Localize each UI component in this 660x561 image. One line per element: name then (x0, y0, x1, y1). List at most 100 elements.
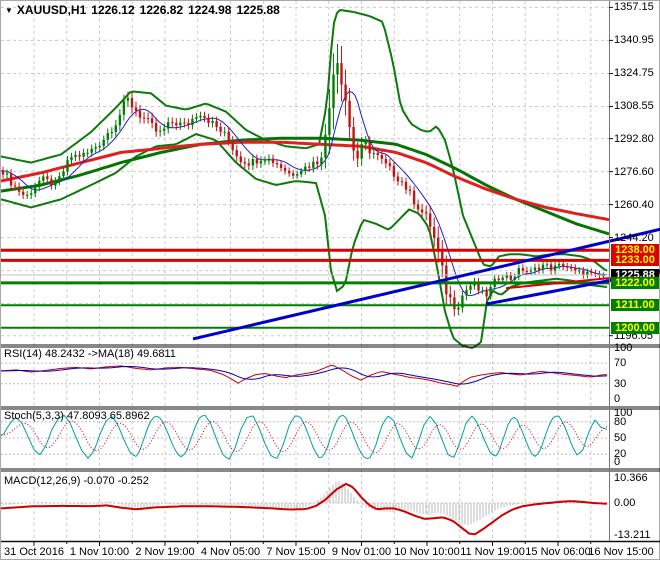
candle-body (400, 181, 404, 183)
candle-body (46, 176, 49, 180)
candle-body (304, 166, 307, 171)
price-tag-1222.00: 1222.00 (611, 277, 659, 289)
candle-body (118, 114, 122, 126)
candle-body (26, 194, 29, 196)
price-axis-label: 1357.15 (614, 1, 654, 13)
candle-body (98, 146, 101, 148)
candle-body (179, 122, 182, 126)
candle-body (50, 179, 53, 186)
candle-body (465, 289, 468, 296)
candle-body (521, 268, 525, 271)
stoch-axis-label: 50 (614, 432, 627, 444)
candle-body (562, 263, 565, 267)
candle-body (223, 131, 226, 133)
candle-body (340, 63, 343, 85)
candle-body (74, 154, 77, 157)
candle-body (183, 122, 186, 124)
candle-body (154, 123, 158, 132)
candle-body (283, 167, 287, 171)
candle-body (296, 174, 299, 176)
candle-body (38, 180, 41, 188)
ohlc-high: 1226.82 (139, 3, 184, 17)
price-tag-1211.00: 1211.00 (611, 299, 659, 311)
candle-body (449, 294, 452, 298)
blue-fast-ma[interactable] (1, 91, 608, 297)
candle-body (94, 147, 97, 149)
candle-body (356, 150, 359, 159)
candle-body (102, 139, 105, 146)
candle-body (300, 171, 303, 175)
symbol-dropdown-icon[interactable]: ▼ (5, 6, 13, 15)
candle-body (66, 160, 69, 172)
time-axis-label: 10 Nov 10:00 (394, 546, 460, 558)
rsi-axis-label: 70 (614, 357, 627, 369)
candle-body (5, 173, 9, 175)
macd-signal-line[interactable] (1, 482, 607, 536)
candle-body (420, 209, 424, 213)
candle-body (130, 98, 134, 108)
candle-body (441, 251, 444, 266)
candle-body (457, 307, 460, 310)
bollinger-lower-band[interactable] (1, 133, 608, 349)
candle-body (541, 264, 545, 270)
candle-body (175, 122, 178, 126)
candle-body (533, 267, 537, 271)
time-axis-label: 1 Nov 10:00 (69, 546, 130, 558)
candle-body (110, 132, 113, 134)
candle-body (126, 98, 130, 101)
candle-body (239, 156, 242, 163)
candle-body (352, 127, 355, 151)
candle-body (408, 189, 412, 191)
candle-body (13, 185, 17, 187)
candle-body (122, 100, 126, 115)
macd-axis-label: 0.00 (614, 497, 636, 509)
candle-body (557, 263, 561, 266)
candle-body (243, 162, 246, 164)
candle-body (481, 290, 484, 292)
candle-body (485, 290, 488, 297)
candle-body (106, 133, 109, 140)
candle-body (17, 186, 21, 192)
candle-body (392, 166, 396, 177)
candle-body (1, 170, 5, 175)
candle-body (9, 173, 13, 186)
candle-body (364, 142, 367, 145)
candle-body (320, 157, 323, 165)
candle-body (566, 266, 569, 268)
candle-body (316, 161, 319, 165)
candle-body (195, 117, 198, 119)
candle-body (332, 74, 335, 109)
candle-body (82, 152, 85, 157)
candle-body (78, 154, 81, 157)
candle-body (187, 123, 190, 125)
macd-axis-label: -13.211 (614, 529, 651, 541)
stoch-indicator-label: Stoch(5,3,3) 47.8093 65.8962 (4, 410, 150, 422)
stoch-d-line[interactable] (1, 420, 608, 454)
candle-body (529, 270, 533, 272)
candle-body (404, 182, 408, 190)
price-axis-label: 1244.20 (614, 232, 654, 244)
candle-body (545, 264, 549, 266)
candle-body (22, 191, 25, 195)
candle-body (199, 115, 202, 118)
candle-body (134, 107, 138, 111)
candle-body (251, 159, 255, 166)
candle-body (312, 161, 315, 168)
candle-body (54, 181, 57, 186)
candle-body (344, 84, 347, 101)
candle-body (594, 272, 597, 274)
chart-title: ▼ XAUUSD,H1 1226.12 1226.82 1224.98 1225.88 (5, 3, 285, 17)
candle-body (602, 275, 605, 277)
price-axis-label: 1324.75 (614, 67, 654, 79)
candle-body (150, 118, 154, 123)
time-axis-label: 7 Nov 15:00 (266, 546, 326, 558)
candle-body (42, 176, 45, 181)
candle-body (275, 163, 279, 165)
price-axis-label: 1340.95 (614, 34, 654, 46)
candle-body (159, 130, 162, 132)
price-axis-label: 1260.40 (614, 199, 654, 211)
time-axis-label: 4 Nov 05:00 (200, 546, 261, 558)
candle-body (453, 297, 456, 310)
bollinger-upper-band[interactable] (1, 8, 608, 272)
ohlc-close: 1225.88 (236, 3, 280, 17)
